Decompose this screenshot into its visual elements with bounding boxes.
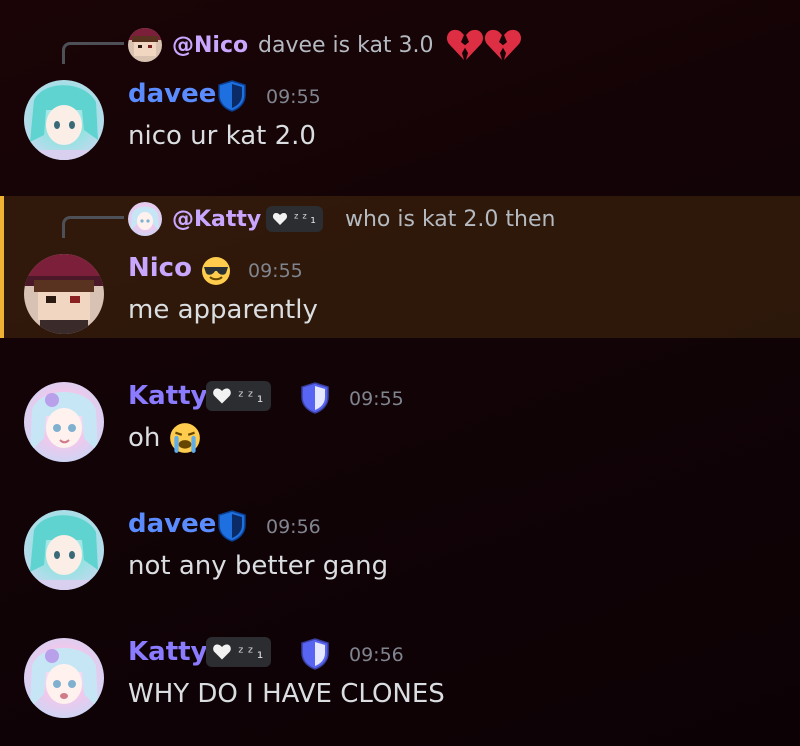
reply-avatar-katty[interactable] [128,202,162,236]
reply-avatar-nico[interactable] [128,28,162,62]
user-tag[interactable]: ᶻᶻ₁ [206,637,271,667]
nico-avatar-image [24,254,104,334]
reply-username[interactable]: @Nico [172,33,248,58]
timestamp[interactable]: 09:55 [266,86,321,108]
davee-avatar-image [24,80,104,160]
message-text: not any better gang [128,551,389,581]
message-3: Katty ᶻᶻ₁ 09:55 oh [0,360,800,480]
katty-avatar-image [24,638,104,718]
cloud-heart-icon [213,644,231,660]
message-text: WHY DO I HAVE CLONES [128,679,445,709]
avatar-nico[interactable] [24,254,104,334]
shield-icon [216,79,248,117]
avatar-davee[interactable] [24,80,104,160]
reply-connector [62,42,124,64]
timestamp[interactable]: 09:55 [349,388,404,410]
message-4: davee 09:56 not any better gang [0,488,800,608]
timestamp[interactable]: 09:56 [349,644,404,666]
katty-avatar-image [128,202,162,236]
username-katty[interactable]: Katty [128,381,208,411]
message-2-highlighted: @Katty ᶻᶻ₁ who is kat 2.0 then Nico 09:5… [0,196,800,338]
user-tag[interactable]: ᶻᶻ₁ [206,381,271,411]
message-text: me apparently [128,295,318,325]
katty-avatar-image [24,382,104,462]
timestamp[interactable]: 09:55 [248,260,303,282]
avatar-katty[interactable] [24,382,104,462]
cloud-heart-icon [213,388,231,404]
message-text: nico ur kat 2.0 [128,121,316,151]
user-tag-text: ᶻᶻ₁ [292,211,318,227]
nico-avatar-image [128,28,162,62]
message-text: oh [128,423,161,453]
username-davee[interactable]: davee [128,79,216,109]
user-tag[interactable]: ᶻᶻ₁ [266,206,324,232]
username-davee[interactable]: davee [128,509,216,539]
user-tag-text: ᶻᶻ₁ [236,642,265,662]
shield-icon [216,509,248,547]
cloud-heart-icon [272,213,288,225]
reply-text[interactable]: davee is kat 3.0 [258,33,434,58]
broken-heart-icon [446,27,522,67]
loudly-crying-face-icon [168,421,202,459]
timestamp[interactable]: 09:56 [266,516,321,538]
reply-username[interactable]: @Katty [172,207,261,232]
message-5: Katty ᶻᶻ₁ 09:56 WHY DO I HAVE CLONES [0,616,800,746]
message-1: @Nico davee is kat 3.0 davee 09:55 nico … [0,0,800,180]
reply-text[interactable]: who is kat 2.0 then [345,207,555,232]
username-nico[interactable]: Nico [128,253,192,283]
shield-icon [298,637,332,675]
avatar-katty[interactable] [24,638,104,718]
user-tag-text: ᶻᶻ₁ [236,386,265,406]
reply-connector [62,216,124,238]
username-katty[interactable]: Katty [128,637,208,667]
avatar-davee[interactable] [24,510,104,590]
shield-icon [298,381,332,419]
davee-avatar-image [24,510,104,590]
sunglasses-face-icon [200,255,232,291]
